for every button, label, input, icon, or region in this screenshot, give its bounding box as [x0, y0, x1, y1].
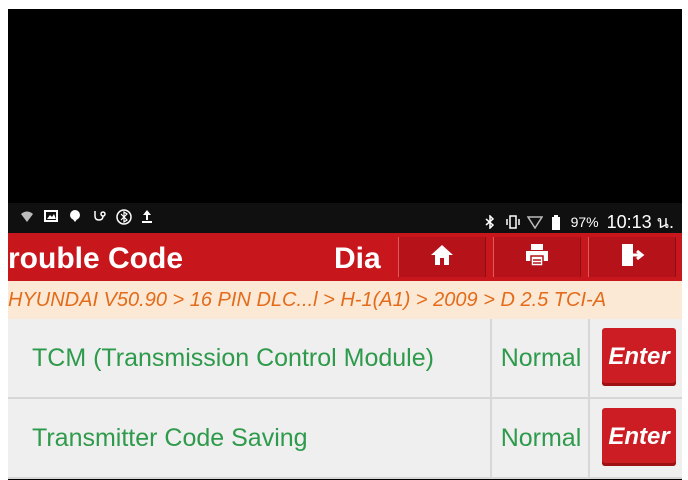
device-bezel-top: [0, 0, 688, 9]
device-bezel-left: [0, 0, 8, 480]
breadcrumb: HYUNDAI V50.90 > 16 PIN DLC...l > H-1(A1…: [8, 281, 682, 319]
bluetooth-scan-icon: [116, 209, 132, 225]
clock: 10:13 น.: [606, 212, 674, 232]
system-status: Normal: [494, 319, 590, 397]
signal-icon: [526, 215, 543, 229]
gallery-icon: [44, 209, 58, 223]
system-status: Normal: [494, 399, 590, 477]
print-button[interactable]: [493, 237, 581, 277]
battery-percent: 97%: [570, 213, 599, 230]
vibrate-icon: [505, 214, 520, 229]
status-right-icons: 97% 10:13 น.: [483, 207, 674, 236]
table-row: TCM (Transmission Control Module) Normal…: [8, 319, 682, 399]
app-title-bar: rouble Code Dia: [8, 233, 682, 281]
stethoscope-icon: [92, 209, 106, 223]
table-row: Transmitter Code Saving Normal Enter: [8, 399, 682, 479]
page-title: rouble Code: [8, 242, 184, 275]
system-name: TCM (Transmission Control Module): [8, 319, 492, 397]
system-name: Transmitter Code Saving: [8, 399, 492, 477]
location-pin-icon: [68, 209, 82, 223]
printer-icon: [524, 242, 550, 273]
enter-button[interactable]: Enter: [602, 328, 676, 386]
exit-icon: [619, 242, 645, 273]
android-status-bar: 97% 10:13 น.: [8, 203, 682, 233]
home-icon: [429, 243, 455, 272]
device-bezel-right: [682, 0, 688, 480]
battery-icon: [549, 214, 563, 230]
status-left-icons: [20, 209, 154, 225]
exit-button[interactable]: [588, 237, 676, 277]
bluetooth-icon: [483, 213, 497, 230]
home-button[interactable]: [398, 237, 486, 277]
upload-icon: [140, 209, 154, 223]
enter-button[interactable]: Enter: [602, 408, 676, 466]
page-title-secondary: Dia: [334, 242, 381, 275]
wifi-question-icon: [20, 209, 34, 223]
device-screen: 97% 10:13 น. rouble Code Dia HYUNDAI V50…: [8, 9, 682, 480]
